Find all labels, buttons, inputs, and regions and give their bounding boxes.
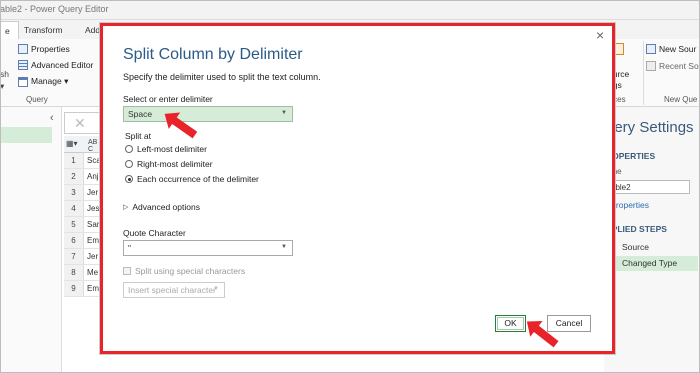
new-source-icon [646,44,656,54]
query-name-field[interactable]: able2 [606,180,690,194]
radio-right-most[interactable]: Right-most delimiter [125,159,213,169]
formula-bar[interactable]: ✕ [64,112,104,134]
table-row[interactable]: 5 Sar [64,217,104,233]
table-row[interactable]: 7 Jer [64,249,104,265]
radio-button-icon [125,160,133,168]
radio-button-icon [125,145,133,153]
applied-step-source[interactable]: Source [606,240,698,255]
manage-button[interactable]: Manage ▾ [18,76,68,87]
properties-button[interactable]: Properties [18,44,70,54]
table-row[interactable]: 2 Anj [64,169,104,185]
ribbon-fragment-refresh-arrow[interactable]: ▾ [0,81,4,92]
window-title: able2 - Power Query Editor [0,4,109,14]
chevron-down-icon: ▼ [281,110,287,116]
tab-add-column[interactable]: Add [85,25,100,35]
table-row[interactable]: 4 Jes [64,201,104,217]
quote-character-dropdown[interactable]: " ▼ [123,240,293,256]
insert-special-character-dropdown[interactable]: Insert special character ▼ [123,282,225,298]
data-grid: ▦▾ AB C 1 Sca 2 Anj 3 Jer 4 Jes 5 Sar 6 Em 7 Je… [64,136,104,373]
table-header[interactable]: ▦▾ AB C [64,136,104,153]
table-row[interactable]: 9 Em [64,281,104,297]
tab-home[interactable]: e [0,21,19,39]
expand-triangle-icon: ▷ [123,204,129,211]
dialog-subtitle: Specify the delimiter used to split the … [123,72,321,82]
query-group-label: Query [26,95,48,104]
table-row[interactable]: 1 Sca [64,153,104,169]
advanced-options-toggle[interactable]: ▷ Advanced options [123,202,200,212]
table-row[interactable]: 6 Em [64,233,104,249]
ribbon-fragment-refresh[interactable]: sh [0,69,9,79]
chevron-down-icon: ▼ [281,244,287,250]
split-column-dialog: × Split Column by Delimiter Specify the … [100,23,615,354]
recent-sources-icon [646,61,656,71]
new-source-button[interactable]: New Sour [646,44,696,54]
collapse-queries-icon[interactable]: ‹ [50,112,54,124]
queries-pane [0,107,62,373]
tab-transform[interactable]: Transform [24,25,62,35]
radio-each-occurrence[interactable]: Each occurrence of the delimiter [125,174,259,184]
selected-query-highlight[interactable] [0,127,52,143]
special-characters-checkbox[interactable]: Split using special characters [123,266,245,276]
query-settings-pane: uery Settings ROPERTIES ame able2 l Prop… [604,107,700,373]
cancel-button[interactable]: Cancel [547,315,591,332]
split-at-label: Split at [125,131,151,141]
recent-sources-button[interactable]: Recent So [646,61,699,71]
advanced-editor-button[interactable]: Advanced Editor [18,60,93,70]
quote-character-label: Quote Character [123,228,186,238]
quote-character-value: " [128,243,132,253]
delimiter-value: Space [128,109,153,119]
query-settings-title: uery Settings [606,119,694,136]
advanced-editor-icon [18,60,28,70]
close-icon[interactable]: × [596,27,604,43]
checkbox-icon [123,267,131,275]
delimiter-dropdown[interactable]: Space ▼ [123,106,293,122]
dialog-title: Split Column by Delimiter [123,46,303,63]
radio-left-most[interactable]: Left-most delimiter [125,144,207,154]
applied-steps-header: PPLIED STEPS [606,224,667,234]
chevron-down-icon: ▼ [213,286,219,292]
cancel-formula-icon[interactable]: ✕ [74,115,86,132]
table-row[interactable]: 8 Me [64,265,104,281]
manage-icon [18,76,28,87]
delimiter-label: Select or enter delimiter [123,94,213,104]
properties-icon [18,44,28,54]
title-bar: able2 - Power Query Editor [0,0,700,20]
table-menu-icon[interactable]: ▦▾ [66,139,78,148]
applied-step-changed-type[interactable]: ✕ Changed Type [606,256,698,271]
new-query-group-label: New Que [664,95,698,104]
radio-button-selected-icon [125,175,133,183]
ribbon-separator-2 [643,41,644,105]
table-row[interactable]: 3 Jer [64,185,104,201]
